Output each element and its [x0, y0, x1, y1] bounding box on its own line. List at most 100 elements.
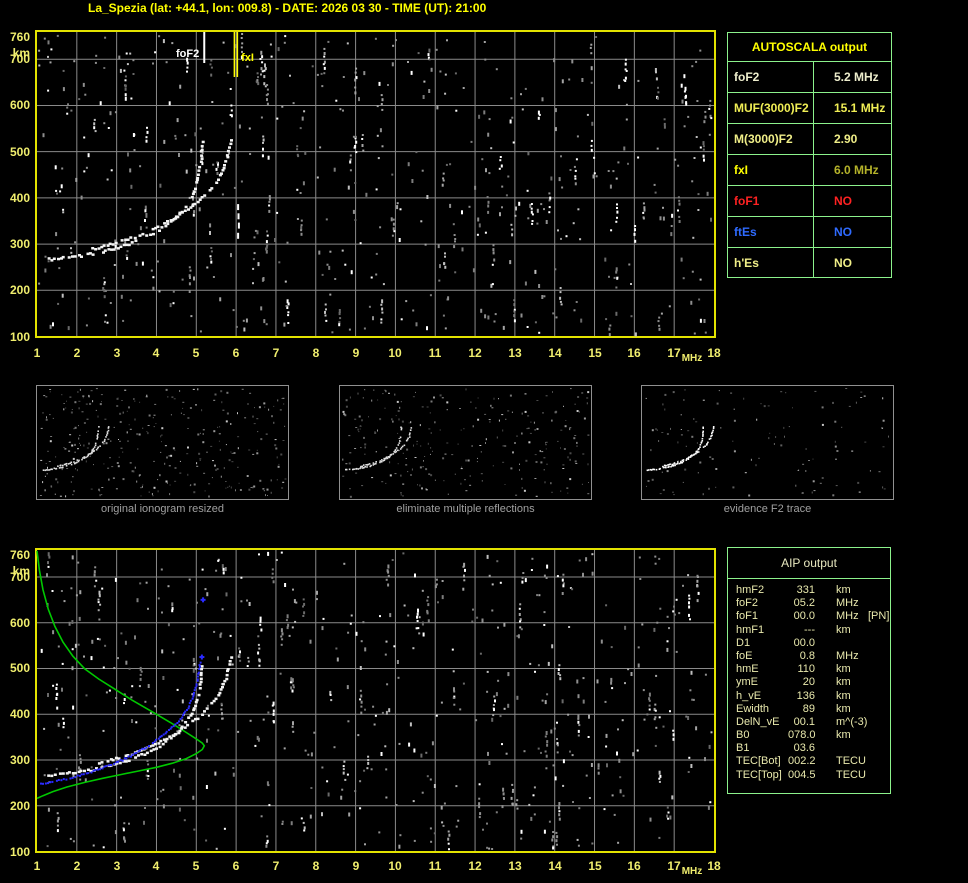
- parameter-label: h_vE: [736, 689, 762, 702]
- parameter-note: [868, 637, 890, 650]
- autoscala-row-m3000f2: M(3000)F2 2.90: [728, 123, 891, 154]
- x-axis-label: 2: [73, 859, 81, 873]
- parameter-note: [868, 742, 890, 755]
- parameter-label: foF1: [728, 186, 814, 216]
- aip-row-foe: foE 0.8 MHz: [728, 650, 890, 663]
- profile-chart: [35, 548, 716, 853]
- y-axis-label: 200: [9, 799, 30, 813]
- y-axis-label: 300: [9, 237, 30, 251]
- parameter-note: [868, 650, 890, 663]
- x-axis-label: 3: [113, 346, 121, 360]
- parameter-unit: MHz: [836, 597, 859, 610]
- y-axis-label: 700: [9, 52, 30, 66]
- parameter-value: 89: [802, 702, 815, 715]
- aip-row-b1: B1 03.6: [728, 742, 890, 755]
- x-axis-label: 3: [113, 859, 121, 873]
- thumbnail-chart: [340, 386, 591, 499]
- parameter-note: [868, 676, 890, 689]
- parameter-label: foF2: [736, 597, 759, 610]
- x-axis-label: 5: [192, 859, 200, 873]
- y-axis-label: 700: [9, 570, 30, 584]
- thumbnail-evidence-f2-trace: [641, 385, 894, 500]
- x-axis-label: 8: [312, 859, 320, 873]
- page-title: La_Spezia (lat: +44.1, lon: 009.8) - DAT…: [88, 1, 487, 15]
- parameter-label: hmE: [736, 663, 759, 676]
- parameter-label: foF2: [728, 62, 814, 92]
- parameter-unit: km: [836, 676, 851, 689]
- x-axis-label: 2: [73, 346, 81, 360]
- parameter-value: 002.2: [788, 755, 816, 768]
- y-axis-label: 100: [9, 845, 30, 859]
- parameter-label: TEC[Top]: [736, 768, 782, 781]
- aip-row-ewidth: Ewidth 89 km: [728, 703, 890, 716]
- aip-row-hme: hmE 110 km: [728, 663, 890, 676]
- x-axis-label: 12: [468, 859, 482, 873]
- x-axis-label: 16: [627, 859, 641, 873]
- parameter-value: 5.2 MHz: [834, 70, 879, 84]
- parameter-value: 2.90: [834, 132, 858, 146]
- parameter-unit: TECU: [836, 768, 866, 781]
- parameter-note: [868, 729, 890, 742]
- parameter-value: 331: [796, 584, 815, 596]
- x-axis-label: 11: [428, 859, 442, 873]
- x-axis-label: 6: [232, 346, 240, 360]
- parameter-note: [868, 624, 890, 637]
- x-axis-label: 4: [152, 346, 160, 360]
- autoscala-row-muf3000f2: MUF(3000)F2 15.1 MHz: [728, 92, 891, 123]
- aip-row-delnve: DelN_vE 00.1 m^(-3): [728, 716, 890, 729]
- parameter-label: hmF1: [736, 623, 765, 636]
- x-axis-label: 5: [192, 346, 200, 360]
- parameter-unit: MHz: [836, 610, 859, 623]
- parameter-value: 20: [802, 676, 815, 689]
- parameter-note: [868, 597, 890, 610]
- y-axis-label: 500: [9, 145, 30, 159]
- parameter-value: 05.2: [793, 597, 815, 610]
- parameter-label: fxI: [728, 155, 814, 185]
- parameter-label: h'Es: [728, 248, 814, 278]
- parameter-label: B1: [736, 742, 750, 755]
- parameter-value: NO: [834, 194, 852, 208]
- x-axis-label: 7: [272, 346, 280, 360]
- thumbnail-chart: [642, 386, 893, 499]
- autoscala-row-hes: h'Es NO: [728, 247, 891, 278]
- parameter-label: D1: [736, 636, 751, 649]
- parameter-label: hmF2: [736, 584, 765, 596]
- parameter-unit: km: [836, 623, 851, 636]
- parameter-unit: km: [836, 702, 851, 715]
- aip-row-fof2: foF2 05.2 MHz: [728, 597, 890, 610]
- y-axis-label: 600: [9, 98, 30, 112]
- autoscala-row-fof2: foF2 5.2 MHz: [728, 62, 891, 92]
- x-axis-unit: MHz: [681, 866, 703, 877]
- autoscala-output-screen: La_Spezia (lat: +44.1, lon: 009.8) - DAT…: [0, 0, 968, 883]
- aip-row-tecbot: TEC[Bot] 002.2 TECU: [728, 755, 890, 768]
- y-axis-label: 760: [9, 30, 30, 44]
- parameter-label: ymE: [736, 676, 758, 689]
- x-axis-label: 13: [508, 346, 522, 360]
- autoscala-row-ftes: ftEs NO: [728, 216, 891, 247]
- aip-table-title: AIP output: [728, 548, 890, 579]
- parameter-label: DelN_vE: [736, 715, 780, 728]
- x-axis-label: 12: [468, 346, 482, 360]
- thumbnail-chart: [37, 386, 288, 499]
- y-axis-label: 200: [9, 283, 30, 297]
- x-axis-label: 4: [152, 859, 160, 873]
- parameter-value: 00.1: [793, 715, 815, 728]
- thumbnail-caption: evidence F2 trace: [723, 503, 812, 515]
- aip-row-hve: h_vE 136 km: [728, 690, 890, 703]
- parameter-note: [868, 703, 890, 716]
- x-axis-label: 15: [588, 346, 602, 360]
- thumbnail-caption: original ionogram resized: [101, 503, 224, 515]
- ionogram-chart: foF2 fxI: [35, 30, 716, 338]
- parameter-label: TEC[Bot]: [736, 755, 781, 768]
- aip-row-b0: B0 078.0 km: [728, 729, 890, 742]
- x-axis-label: 9: [352, 346, 360, 360]
- thumbnail-original-ionogram: [36, 385, 289, 500]
- parameter-label: foE: [736, 649, 753, 662]
- autoscala-row-fxi: fxI 6.0 MHz: [728, 154, 891, 185]
- svg-text:foF2: foF2: [176, 48, 199, 60]
- aip-table-rows: hmF2 331 km foF2 05.2 MHz foF1 00.0 MHz [PN] hmF1 -…: [728, 579, 890, 782]
- parameter-value: NO: [834, 225, 852, 239]
- x-axis-label: 16: [627, 346, 641, 360]
- parameter-note: [868, 584, 890, 597]
- aip-row-hmf1: hmF1 --- km: [728, 624, 890, 637]
